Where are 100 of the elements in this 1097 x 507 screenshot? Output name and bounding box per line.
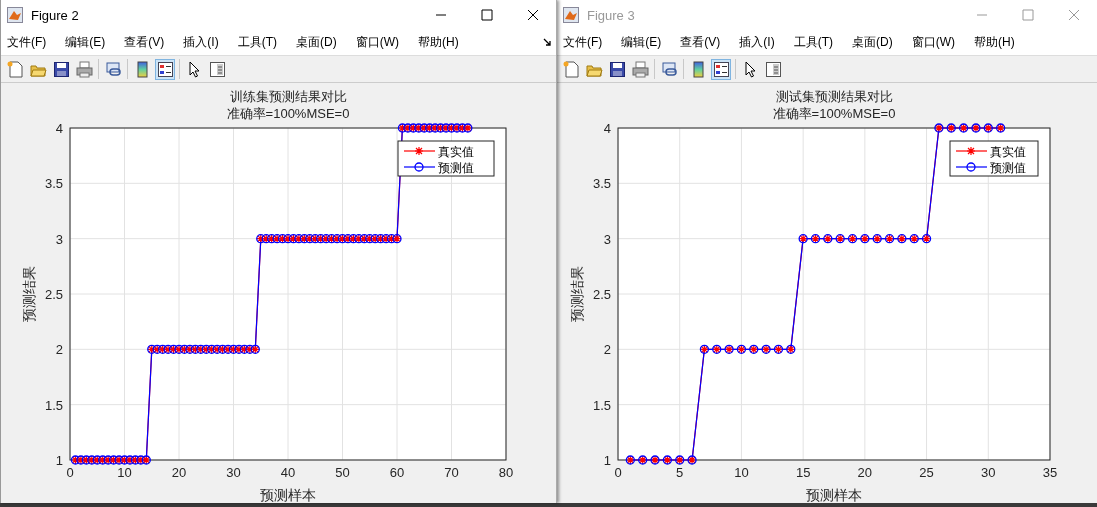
maximize-icon	[1022, 9, 1034, 21]
x-tick-label: 15	[795, 465, 811, 480]
data-point-marker	[386, 234, 397, 244]
menu-item[interactable]: 窗口(W)	[911, 32, 955, 53]
data-point-marker	[310, 234, 320, 244]
data-point-marker	[288, 234, 299, 244]
data-point-marker	[397, 123, 408, 133]
data-point-marker	[223, 344, 233, 354]
data-point-marker	[392, 234, 402, 244]
chart-title: 训练集预测结果对比	[229, 89, 347, 104]
data-point-marker	[114, 455, 124, 465]
new-file-button[interactable]	[561, 58, 581, 80]
menu-item[interactable]: 工具(T)	[793, 32, 833, 53]
x-tick-label: 0	[614, 465, 622, 480]
chart-subtitle: 准确率=100%MSE=0	[772, 106, 896, 121]
data-point-marker	[457, 123, 468, 133]
menu-item[interactable]: 编辑(E)	[65, 32, 106, 53]
app-logo-icon	[7, 7, 23, 23]
data-point-marker	[823, 234, 833, 244]
data-point-marker	[337, 234, 348, 244]
y-tick-label: 1.5	[592, 397, 611, 413]
data-point-marker	[136, 455, 146, 465]
menu-item[interactable]: 帮助(H)	[418, 32, 459, 53]
y-tick-label: 2	[55, 342, 63, 358]
data-point-marker	[687, 455, 697, 465]
new-file-button[interactable]	[5, 58, 25, 80]
data-point-marker	[305, 234, 315, 244]
legend-line-icon	[403, 146, 436, 156]
data-point-marker	[441, 123, 451, 133]
data-point-marker	[119, 455, 130, 465]
data-point-marker	[909, 234, 919, 244]
menu-item[interactable]: 文件(F)	[7, 32, 47, 53]
data-point-marker	[761, 344, 771, 354]
x-axis-label: 预测样本	[806, 487, 862, 503]
menu-item[interactable]: 查看(V)	[124, 32, 165, 53]
y-tick-label: 3.5	[44, 176, 63, 192]
data-point-marker	[196, 344, 206, 354]
data-point-marker	[239, 344, 250, 354]
menu-item[interactable]: 帮助(H)	[974, 32, 1015, 53]
maximize-icon	[481, 9, 493, 21]
x-axis-label: 预测样本	[260, 487, 316, 503]
data-point-marker	[256, 234, 266, 244]
data-point-marker	[190, 344, 200, 354]
menu-item[interactable]: 桌面(D)	[296, 32, 337, 53]
y-tick-label: 1	[55, 453, 63, 468]
data-point-marker	[207, 344, 217, 354]
data-point-marker	[321, 234, 331, 244]
x-tick-label: 30	[981, 465, 996, 480]
data-point-marker	[277, 234, 288, 244]
data-point-marker	[749, 344, 759, 354]
data-point-marker	[773, 344, 784, 354]
menu-item[interactable]: 文件(F)	[563, 32, 603, 53]
chart-subtitle: 准确率=100%MSE=0	[226, 106, 350, 121]
legend-line-icon	[955, 146, 988, 156]
data-point-marker	[425, 123, 435, 133]
data-point-marker	[650, 455, 660, 465]
y-tick-label: 3	[55, 231, 63, 247]
data-point-marker	[179, 344, 190, 354]
data-point-marker	[130, 455, 141, 465]
data-point-marker	[946, 123, 956, 133]
menu-item[interactable]: 桌面(D)	[852, 32, 893, 53]
legend-button[interactable]	[711, 58, 731, 80]
y-axis-label: 预测结果	[21, 266, 37, 322]
close-icon	[1068, 9, 1080, 21]
data-point-marker	[662, 455, 672, 465]
data-point-marker	[625, 455, 635, 465]
data-point-marker	[168, 344, 179, 354]
legend-label: 真实值	[990, 144, 1026, 159]
data-point-marker	[332, 234, 342, 244]
menu-item[interactable]: 插入(I)	[739, 32, 775, 53]
x-tick-label: 5	[676, 465, 684, 480]
x-tick-label: 10	[117, 465, 132, 480]
x-tick-label: 50	[335, 465, 350, 480]
dock-arrow-icon[interactable]	[543, 38, 552, 47]
data-point-marker	[299, 234, 309, 244]
data-point-marker	[408, 123, 418, 133]
menu-item[interactable]: 查看(V)	[680, 32, 721, 53]
data-point-marker	[185, 344, 195, 354]
data-point-marker	[326, 234, 337, 244]
x-tick-label: 10	[734, 465, 749, 480]
x-tick-label: 35	[1042, 465, 1058, 480]
legend-button[interactable]	[155, 58, 175, 80]
data-point-marker	[217, 344, 228, 354]
menu-item[interactable]: 窗口(W)	[355, 32, 399, 53]
data-point-marker	[872, 234, 882, 244]
data-point-marker	[712, 344, 722, 354]
data-point-marker	[147, 344, 157, 354]
data-point-marker	[228, 344, 239, 354]
x-tick-label: 30	[226, 465, 241, 480]
x-tick-label: 25	[919, 465, 934, 480]
legend-label: 预测值	[438, 160, 474, 175]
y-axis-label: 预测结果	[569, 266, 585, 322]
data-point-marker	[261, 234, 271, 244]
app-logo-icon	[563, 7, 579, 23]
menu-item[interactable]: 编辑(E)	[621, 32, 662, 53]
window-title: Figure 2	[31, 7, 80, 23]
menu-item[interactable]: 插入(I)	[183, 32, 219, 53]
menu-item[interactable]: 工具(T)	[237, 32, 277, 53]
window-title: Figure 3	[587, 7, 636, 23]
legend-label: 真实值	[438, 144, 474, 159]
